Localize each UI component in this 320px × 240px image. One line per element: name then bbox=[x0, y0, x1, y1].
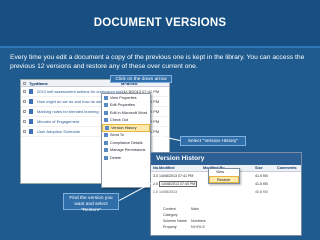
document-context-menu: View Properties Edit Properties Edit in … bbox=[101, 93, 151, 188]
menu-item-compliance-details[interactable]: Compliance Details bbox=[102, 139, 150, 147]
slide-title: DOCUMENT VERSIONS bbox=[93, 17, 227, 29]
callout-select-version-history: Select "Version History" bbox=[180, 136, 246, 146]
menu-item-check-out[interactable]: Check Out bbox=[102, 117, 150, 125]
row-checkbox[interactable] bbox=[23, 120, 26, 124]
row-checkbox[interactable] bbox=[23, 130, 26, 134]
menu-item-view-properties[interactable]: View Properties bbox=[102, 94, 150, 102]
property-row: Content Category Main bbox=[163, 207, 199, 217]
version-size: 41.5 KB bbox=[255, 182, 268, 186]
version-date-link[interactable]: 14/08/2013 bbox=[159, 190, 203, 194]
word-icon bbox=[104, 110, 108, 115]
row-checkbox[interactable] bbox=[23, 90, 26, 94]
word-document-icon bbox=[29, 119, 33, 125]
title-band-edge bbox=[0, 46, 320, 48]
menu-item-delete[interactable]: Delete bbox=[102, 154, 150, 162]
column-comments: Comments bbox=[277, 166, 297, 170]
property-row: Property NY4YLS bbox=[163, 225, 205, 229]
version-number: 3.0 bbox=[153, 174, 158, 178]
version-history-dialog: Version History No. Modified Modified By… bbox=[150, 152, 302, 236]
delete-icon bbox=[104, 155, 108, 160]
version-properties: Content Category Main Scheme Name Numbers … bbox=[163, 206, 221, 230]
row-checkbox[interactable] bbox=[23, 110, 26, 114]
history-icon bbox=[105, 125, 109, 130]
menu-item-manage-permissions[interactable]: Manage Permissions bbox=[102, 147, 150, 155]
row-checkbox[interactable] bbox=[23, 100, 26, 104]
menu-item-edit-properties[interactable]: Edit Properties bbox=[102, 102, 150, 110]
version-dropdown-menu: View Restore bbox=[208, 168, 240, 184]
version-row[interactable]: 1.0 14/08/2013 40.6 KB bbox=[151, 188, 301, 196]
select-all-checkbox[interactable] bbox=[21, 81, 29, 86]
callout-find-version: Find the version you want and select "Re… bbox=[63, 193, 119, 213]
permissions-icon bbox=[104, 148, 108, 153]
compliance-icon bbox=[104, 140, 108, 145]
column-modified: Modified bbox=[159, 166, 175, 170]
intro-text: Every time you edit a document a copy of… bbox=[10, 54, 305, 70]
word-document-icon bbox=[29, 129, 33, 135]
version-number: 1.0 bbox=[153, 190, 158, 194]
send-icon bbox=[104, 133, 108, 138]
word-document-icon bbox=[29, 99, 33, 105]
menu-item-version-history[interactable]: Version History bbox=[102, 124, 150, 132]
column-size: Size bbox=[255, 166, 263, 170]
checkout-icon bbox=[104, 118, 108, 123]
version-size: 40.6 KB bbox=[255, 190, 268, 194]
menu-item-send-to[interactable]: Send To bbox=[102, 132, 150, 140]
callout-click-down-arrow: Click on the down arrow bbox=[110, 75, 172, 83]
word-document-icon bbox=[29, 109, 33, 115]
dialog-title: Version History bbox=[151, 153, 301, 165]
version-size: 41.5 KB bbox=[255, 174, 268, 178]
version-date-link[interactable]: 14/08/2013 07:41 PM bbox=[159, 174, 203, 178]
word-document-icon bbox=[29, 89, 33, 95]
properties-icon bbox=[104, 95, 108, 100]
edit-icon bbox=[104, 103, 108, 108]
menu-item-edit-in-word[interactable]: Edit in Microsoft Word bbox=[102, 109, 150, 117]
column-type[interactable]: Type bbox=[29, 81, 38, 86]
version-date-dropdown[interactable]: 14/08/2013 07:40 PM bbox=[159, 181, 203, 187]
menu-item-view[interactable]: View bbox=[209, 169, 239, 176]
menu-item-restore[interactable]: Restore bbox=[209, 176, 239, 183]
column-name[interactable]: Name bbox=[37, 81, 121, 86]
column-no: No. bbox=[153, 166, 160, 170]
